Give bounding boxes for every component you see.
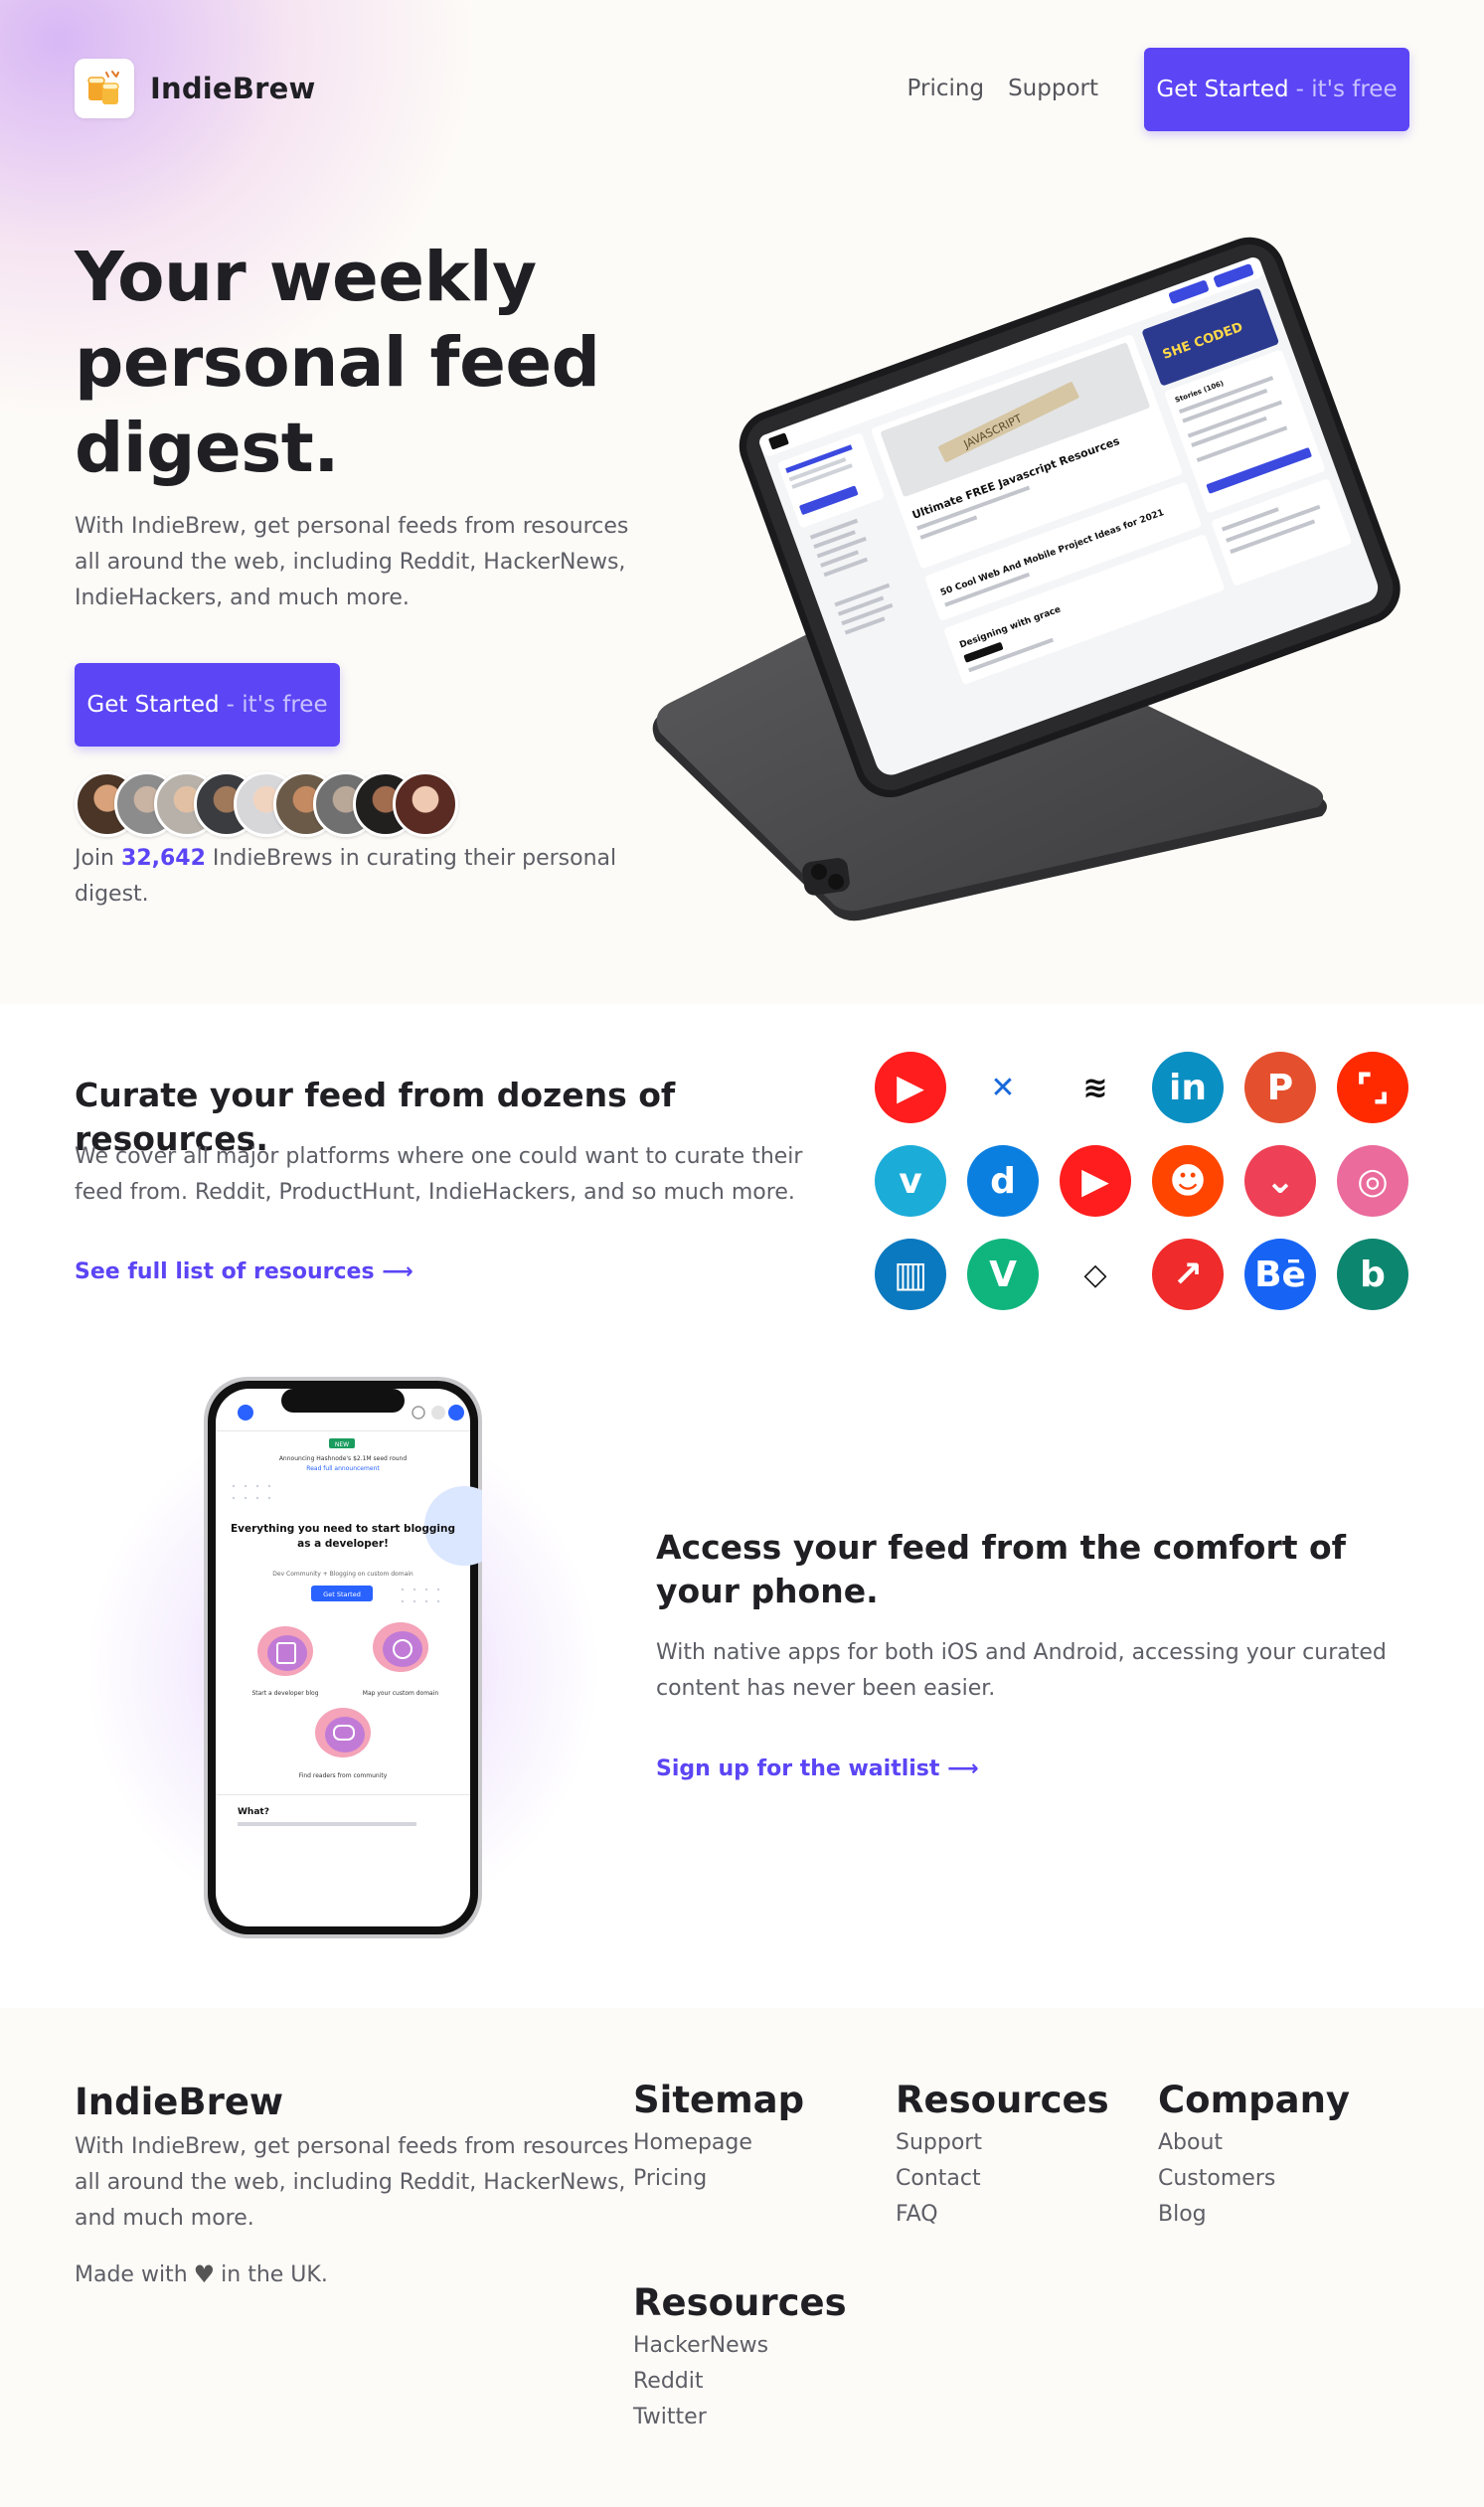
beer-mug-icon [75,59,134,118]
brand-logo[interactable]: IndieBrew [75,59,315,118]
behance-icon: Bē [1244,1239,1316,1310]
footer-link-about[interactable]: About [1158,2125,1350,2161]
screen-announce-link: Read full announcement [306,1465,380,1472]
top-nav: Pricing Support [907,76,1098,101]
button-label-muted: - it's free [1295,77,1398,102]
button-label-muted: - it's free [226,692,328,718]
footer-resources-2: Resources HackerNews Reddit Twitter [633,2280,847,2435]
link-label: See full list of resources [75,1259,375,1284]
screen-feature: Map your custom domain [363,1690,439,1697]
button-label: Get Started [1156,77,1289,102]
join-prefix: Join [75,846,115,871]
youtube-icon: ▶ [875,1052,946,1123]
footer-resources: Resources Support Contact FAQ [896,2078,1109,2233]
user-avatars [75,771,458,837]
vine-icon: V [967,1239,1039,1310]
footer-link-homepage[interactable]: Homepage [633,2125,804,2161]
made-suffix: in the UK. [221,2261,328,2287]
hero-get-started-button[interactable]: Get Started - it's free [75,663,340,747]
link-label: Sign up for the waitlist [656,1756,940,1781]
hero-subtitle: With IndieBrew, get personal feeds from … [75,514,629,610]
footer-link-faq[interactable]: FAQ [896,2197,1109,2233]
screen-headline: Everything you need to start blogging as… [230,1523,456,1550]
join-text: Join 32,642 IndieBrews in curating their… [75,841,631,913]
footer-description: With IndieBrew, get personal feeds from … [75,2134,629,2231]
footer-link-contact[interactable]: Contact [896,2161,1109,2197]
linkedin-icon: in [1152,1052,1224,1123]
speakerdeck-icon: ⌜⌟ [1337,1052,1408,1123]
arrow-right-icon: ⟶ [382,1259,413,1284]
brand-name: IndieBrew [150,72,316,105]
footer-col-title: Resources [633,2281,847,2324]
confluence-icon: ✕ [967,1052,1039,1123]
footer-link-support[interactable]: Support [896,2125,1109,2161]
footer-link-customers[interactable]: Customers [1158,2161,1350,2197]
nav-get-started-button[interactable]: Get Started - it's free [1144,48,1409,131]
resources-text: We cover all major platforms where one c… [75,1144,803,1205]
footer-link-pricing[interactable]: Pricing [633,2161,804,2197]
screen-what: What? [238,1807,269,1817]
screen-cta: Get Started [323,1590,361,1598]
screen-tagline: Dev Community + Blogging on custom domai… [272,1571,413,1578]
pocket-icon: ⌄ [1244,1145,1316,1217]
heart-icon: ♥ [193,2260,216,2288]
trello-icon: ▥ [875,1239,946,1310]
arrow-right-icon: ⟶ [947,1756,979,1781]
hero-title: Your weekly personal feed digest. [75,238,600,488]
app-logo-icon [238,1405,253,1421]
nav-link-pricing[interactable]: Pricing [907,76,985,101]
footer-link-hackernews[interactable]: HackerNews [633,2328,847,2364]
waitlist-link[interactable]: Sign up for the waitlist ⟶ [656,1756,979,1781]
footer-col-title: Resources [896,2079,1109,2121]
footer-col-title: Sitemap [633,2079,805,2121]
vimeo-icon: v [875,1145,946,1217]
screen-announce: Announcing Hashnode's $2.1M seed round [279,1455,408,1462]
codepen-icon: ◇ [1060,1239,1131,1310]
footer-brand: IndieBrew [75,2081,284,2123]
footer-link-twitter[interactable]: Twitter [633,2400,847,2435]
buffer-icon: ≋ [1060,1052,1131,1123]
dribbble-icon: ◎ [1337,1145,1408,1217]
footer-made-with: Made with ♥ in the UK. [75,2260,328,2288]
resources-list-link[interactable]: See full list of resources ⟶ [75,1259,413,1284]
footer-company: Company About Customers Blog [1158,2078,1350,2233]
join-count: 32,642 [121,846,206,871]
made-prefix: Made with [75,2261,188,2287]
new-badge: NEW [335,1441,349,1448]
button-label: Get Started [86,692,220,718]
nav-link-support[interactable]: Support [1008,76,1098,101]
avatar [393,771,458,837]
screen-feature: Find readers from community [299,1772,388,1779]
phone-mockup: NEW Announcing Hashnode's $2.1M seed rou… [204,1377,504,1938]
footer-col-title: Company [1158,2079,1351,2121]
tablet-mockup: JAVASCRIPT Ultimate FREE Javascript Reso… [636,224,1421,939]
bing-icon: b [1337,1239,1408,1310]
youtube-icon: ▶ [1060,1145,1131,1217]
footer-link-blog[interactable]: Blog [1158,2197,1350,2233]
footer-link-reddit[interactable]: Reddit [633,2364,847,2400]
phone-section-text: With native apps for both iOS and Androi… [656,1640,1387,1701]
phone-section-title: Access your feed from the comfort of you… [656,1528,1347,1610]
trending-icon: ↗ [1152,1239,1224,1310]
producthunt-icon: P [1244,1052,1316,1123]
reddit-icon: ☻ [1152,1145,1224,1217]
footer-sitemap: Sitemap Homepage Pricing [633,2078,804,2197]
dailymotion-icon: d [967,1145,1039,1217]
screen-feature: Start a developer blog [251,1690,318,1697]
resource-icons-grid: ▶ ✕ ≋ in P ⌜⌟ v d ▶ ☻ ⌄ ◎ ▥ V ◇ ↗ Bē b [875,1052,1408,1310]
